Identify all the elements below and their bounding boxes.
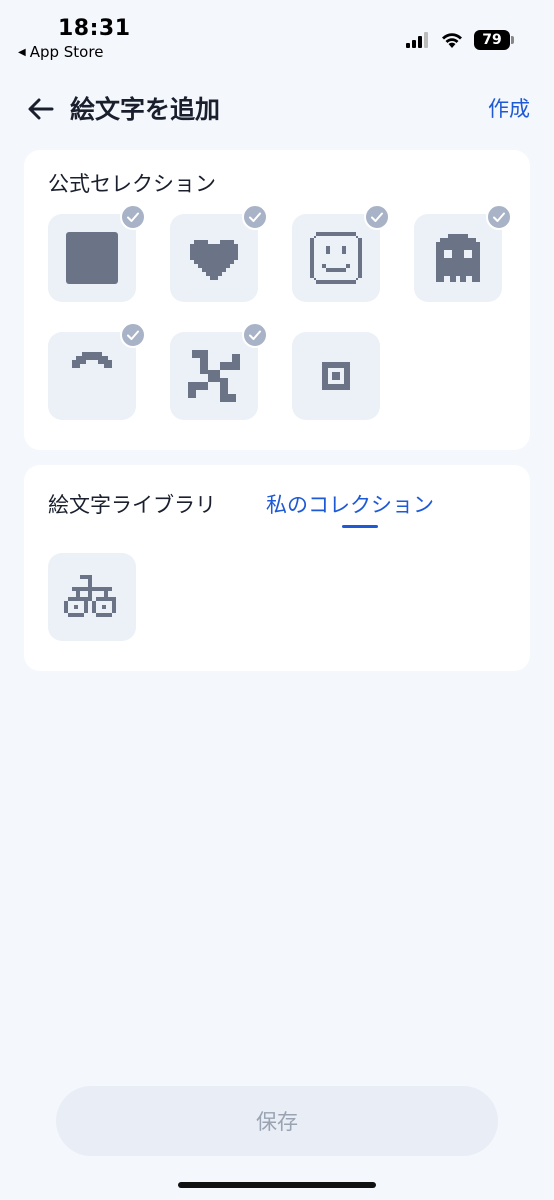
square-icon (66, 232, 118, 284)
status-time: 18:31 (58, 16, 131, 41)
tab-emoji-library[interactable]: 絵文字ライブラリ (48, 489, 216, 519)
ghost-icon (436, 234, 480, 282)
check-icon (486, 204, 512, 230)
check-icon (242, 204, 268, 230)
status-indicators: 79 (406, 30, 514, 50)
emoji-library-card: 絵文字ライブラリ 私のコレクション (24, 465, 530, 671)
official-selection-title: 公式セレクション (48, 172, 216, 196)
battery-icon: 79 (474, 30, 514, 50)
smiley-face-icon (310, 232, 362, 284)
back-app-label: App Store (29, 43, 104, 61)
concentric-square-icon (322, 362, 350, 390)
create-button[interactable]: 作成 (488, 93, 530, 123)
check-icon (364, 204, 390, 230)
check-icon (242, 322, 268, 348)
check-icon (120, 322, 146, 348)
back-triangle-icon: ◀ (18, 46, 26, 58)
active-tab-indicator (342, 525, 378, 528)
page-title: 絵文字を追加 (70, 95, 221, 124)
check-icon (120, 204, 146, 230)
cellular-signal-icon (406, 32, 428, 48)
emoji-tile-ghost[interactable] (414, 204, 512, 302)
header: 絵文字を追加 作成 (0, 82, 554, 136)
back-to-app-link[interactable]: ◀ App Store (18, 43, 103, 61)
emoji-tile-bicycle[interactable] (48, 553, 136, 641)
tab-my-collection[interactable]: 私のコレクション (266, 489, 434, 519)
back-arrow-icon[interactable] (24, 92, 58, 126)
emoji-tile-heart[interactable] (170, 204, 268, 302)
arch-icon (72, 352, 112, 368)
pinwheel-icon (188, 350, 240, 402)
official-selection-card: 公式セレクション (24, 150, 530, 450)
emoji-tile-concentric-square[interactable] (292, 332, 380, 420)
wifi-icon (442, 33, 462, 48)
emoji-tile-pinwheel[interactable] (170, 322, 268, 420)
home-indicator (178, 1182, 376, 1188)
heart-icon (190, 240, 238, 280)
emoji-tile-smiley[interactable] (292, 204, 390, 302)
status-bar: 18:31 ◀ App Store 79 (0, 0, 554, 70)
emoji-tile-arch[interactable] (48, 322, 146, 420)
bicycle-icon (64, 575, 116, 617)
emoji-tile-square[interactable] (48, 204, 146, 302)
save-button[interactable]: 保存 (56, 1086, 498, 1156)
